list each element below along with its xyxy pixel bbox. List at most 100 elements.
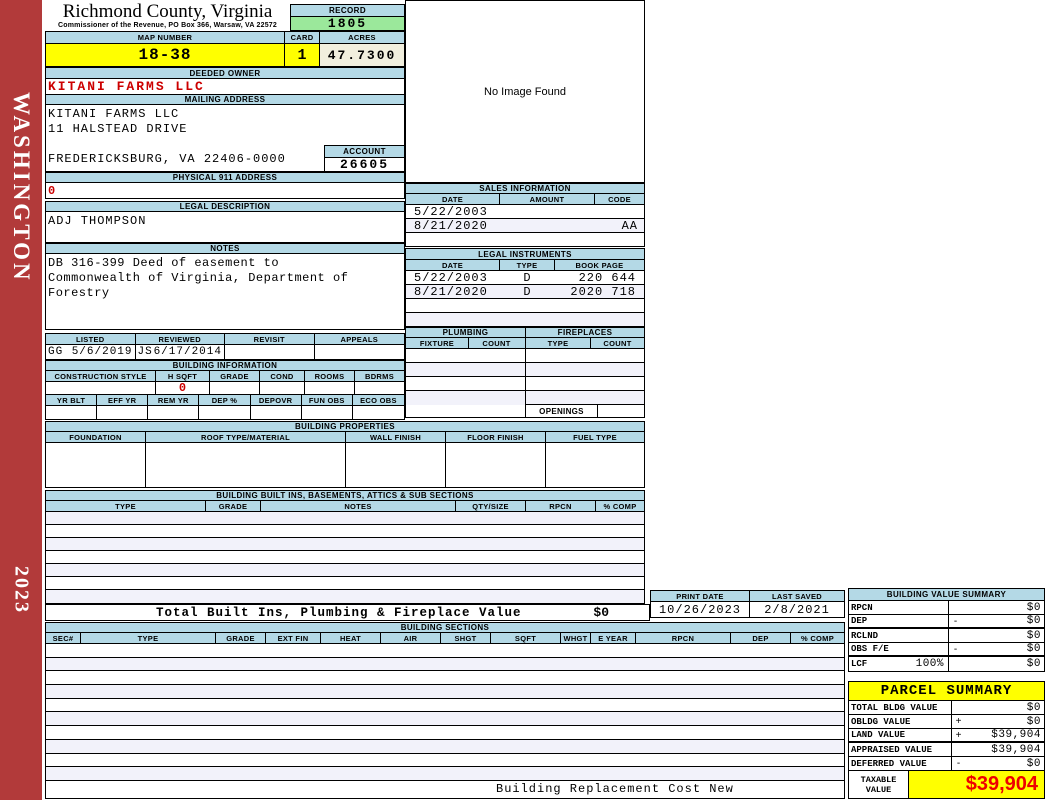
floor-finish-value — [446, 443, 546, 487]
building-section-row — [46, 699, 844, 713]
bs-air-label: AIR — [381, 633, 441, 643]
sale-date: 5/22/2003 — [414, 204, 488, 219]
building-section-row — [46, 657, 844, 672]
notes-value: DB 316-399 Deed of easement to Commonwea… — [48, 256, 349, 300]
fireplace-row — [526, 391, 644, 405]
county-header: Richmond County, Virginia Commissioner o… — [45, 2, 290, 31]
building-sections-footer-row: Building Replacement Cost New — [46, 781, 844, 798]
card-value: 1 — [285, 44, 320, 66]
built-ins-title: BUILDING BUILT INS, BASEMENTS, ATTICS & … — [46, 491, 644, 501]
taxable-value-label: TAXABLE VALUE — [849, 771, 909, 798]
ecoobs-value — [353, 406, 404, 419]
bs-heat-label: HEAT — [321, 633, 381, 643]
wall-finish-value — [346, 443, 446, 487]
building-properties-title: BUILDING PROPERTIES — [46, 422, 644, 432]
deferred-value: $0 — [1026, 757, 1041, 770]
last-saved-value: 2/8/2021 — [764, 602, 830, 617]
bs-whgt-label: WHGT — [561, 633, 591, 643]
bi-notes-label: NOTES — [261, 501, 456, 511]
effyr-value — [97, 406, 149, 419]
foundation-value — [46, 443, 146, 487]
roof-value — [146, 443, 346, 487]
no-image-text: No Image Found — [484, 85, 566, 98]
fireplace-row — [526, 363, 644, 377]
cond-value — [260, 382, 305, 394]
remyr-label: REM YR — [148, 395, 200, 405]
notes-label: NOTES — [46, 244, 404, 254]
bvs-lcf-value: $0 — [1026, 658, 1041, 670]
mailing-address-label: MAILING ADDRESS — [46, 95, 404, 105]
revisit-label: REVISIT — [225, 334, 315, 344]
obldg-value-label: OBLDG VALUE — [849, 715, 952, 728]
built-ins-row — [46, 538, 644, 551]
deeded-owner-label: DEEDED OWNER — [46, 68, 404, 79]
funobs-label: FUN OBS — [302, 395, 353, 405]
bvs-dep-label: DEP — [849, 615, 949, 627]
plumbing-row — [406, 363, 525, 377]
bi-type-label: TYPE — [46, 501, 206, 511]
appraised-value-label: APPRAISED VALUE — [849, 743, 952, 756]
instrument-date-label: DATE — [406, 260, 500, 270]
obldg-value: $0 — [1026, 715, 1041, 728]
land-value-op: + — [955, 729, 962, 741]
deferred-value-label: DEFERRED VALUE — [849, 757, 952, 770]
legal-description-section: LEGAL DESCRIPTION ADJ THOMPSON — [45, 201, 405, 243]
fireplace-count-label: COUNT — [603, 338, 632, 348]
built-ins-section: BUILDING BUILT INS, BASEMENTS, ATTICS & … — [45, 490, 645, 604]
built-ins-row — [46, 590, 644, 603]
appeals-value — [315, 345, 405, 359]
district-name: WASHINGTON — [9, 92, 34, 283]
appraised-value: $39,904 — [991, 743, 1041, 756]
building-information-section: BUILDING INFORMATION CONSTRUCTION STYLE … — [45, 360, 405, 420]
reviewed-by: JS — [137, 346, 153, 358]
bvs-rpcn-value: $0 — [1026, 601, 1041, 614]
instrument-type: D — [523, 270, 532, 285]
bvs-dep-value: $0 — [1026, 615, 1041, 627]
built-ins-row — [46, 577, 644, 590]
plumbing-row — [406, 377, 525, 391]
acres-value: 47.7300 — [320, 44, 404, 66]
listed-date: 5/6/2019 — [71, 346, 133, 358]
yrblt-value — [46, 406, 98, 419]
deferred-value-op: - — [956, 758, 961, 769]
openings-label: OPENINGS — [526, 405, 598, 417]
reviewed-label: REVIEWED — [136, 334, 225, 344]
sales-amount-label: AMOUNT — [500, 194, 595, 204]
building-sections-title: BUILDING SECTIONS — [46, 623, 844, 633]
plumbing-fireplaces-section: PLUMBING FIXTURE COUNT FIREPLACES TYPE C… — [405, 327, 645, 418]
effyr-label: EFF YR — [97, 395, 149, 405]
instrument-date: 5/22/2003 — [414, 270, 488, 285]
review-section: LISTED REVIEWED REVISIT APPEALS GG 5/6/2… — [45, 333, 405, 360]
sales-information-section: SALES INFORMATION DATE AMOUNT CODE 5/22/… — [405, 183, 645, 247]
bvs-lcf-pct: 100% — [915, 658, 944, 670]
built-ins-row — [46, 512, 644, 525]
building-value-summary: BUILDING VALUE SUMMARY RPCN $0 DEP - $0 … — [848, 588, 1045, 672]
fireplace-type-label: TYPE — [526, 338, 591, 348]
built-ins-total-row: Total Built Ins, Plumbing & Fireplace Va… — [45, 604, 650, 621]
plumbing-row — [406, 391, 525, 405]
account-value: 26605 — [339, 157, 389, 172]
total-bldg-value-label: TOTAL BLDG VALUE — [849, 701, 952, 714]
fixture-count-label: COUNT — [482, 338, 511, 348]
fireplaces-table: FIREPLACES TYPE COUNT OPENINGS — [525, 327, 645, 418]
bvs-lcf-op — [949, 657, 962, 671]
bvs-rclnd-label: RCLND — [849, 629, 949, 642]
grade-value — [210, 382, 260, 394]
land-value-label: LAND VALUE — [849, 729, 952, 741]
instrument-type: D — [523, 284, 532, 299]
bi-rpcn-label: RPCN — [526, 501, 596, 511]
fixture-label: FIXTURE — [406, 338, 469, 348]
mailing-line-3: FREDERICKSBURG, VA 22406-0000 — [48, 152, 286, 166]
map-number-label: MAP NUMBER — [46, 32, 285, 43]
replacement-cost-label: Building Replacement Cost New — [496, 782, 734, 797]
sale-code: AA — [621, 218, 638, 233]
bvs-rpcn-op — [949, 601, 962, 614]
card-label: CARD — [285, 32, 320, 43]
building-section-row — [46, 754, 844, 768]
rooms-label: ROOMS — [305, 371, 355, 381]
grade-label: GRADE — [210, 371, 260, 381]
bvs-dep-op: - — [953, 615, 958, 627]
building-section-row — [46, 712, 844, 727]
print-info-section: PRINT DATE LAST SAVED 10/26/2023 2/8/202… — [650, 590, 845, 618]
cond-label: COND — [260, 371, 305, 381]
